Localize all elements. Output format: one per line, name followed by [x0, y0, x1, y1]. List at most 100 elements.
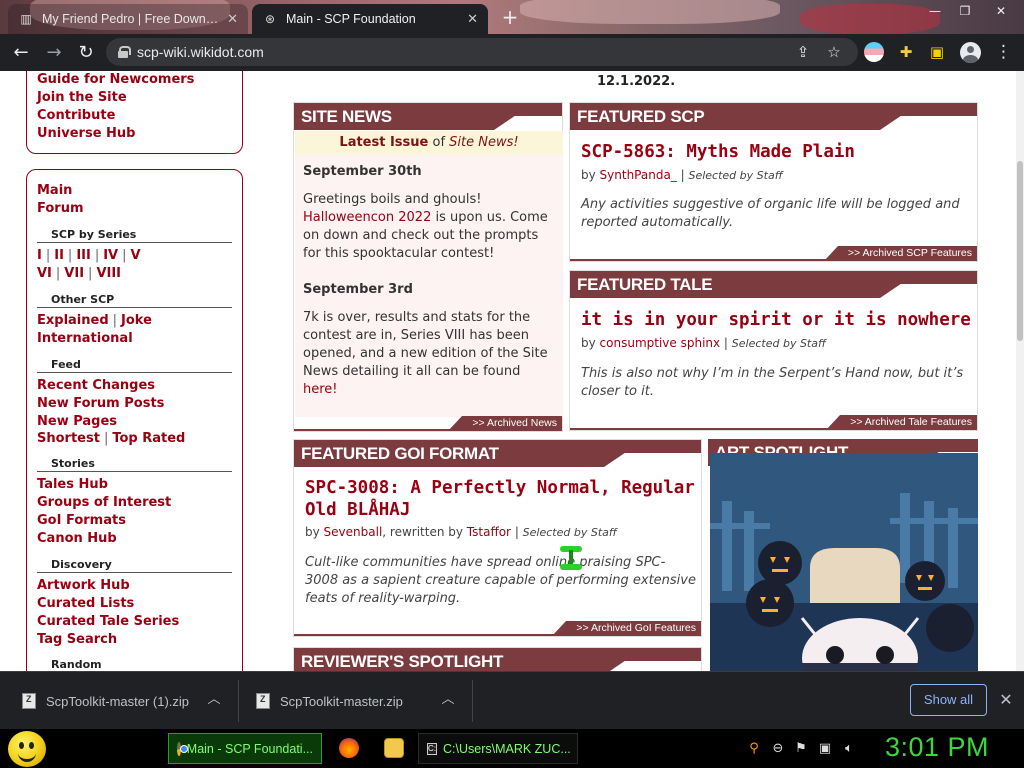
- author2-link[interactable]: Tstaffor: [467, 525, 511, 539]
- address-bar[interactable]: scp-wiki.wikidot.com: [106, 38, 858, 66]
- chevron-up-icon[interactable]: ︿: [440, 692, 456, 708]
- close-downloads-icon[interactable]: ✕: [996, 690, 1016, 710]
- featured-tale-title[interactable]: it is in your spirit or it is nowhere: [581, 309, 971, 331]
- halloweencon-link[interactable]: Halloweencon 2022: [303, 210, 431, 225]
- archived-goi-features-link[interactable]: >> Archived GoI Features: [552, 621, 701, 636]
- author-link[interactable]: SynthPanda_: [600, 168, 677, 182]
- chevron-up-icon[interactable]: ︿: [206, 692, 222, 708]
- author-link[interactable]: Sevenball: [324, 525, 383, 539]
- divider: [472, 680, 473, 722]
- taskbar: Main - SCP Foundati... C: C:\Users\MARK …: [0, 729, 1024, 768]
- bookmark-star-icon[interactable]: ☆: [824, 42, 844, 62]
- firefox-icon[interactable]: [339, 738, 359, 758]
- back-button[interactable]: ←: [8, 40, 34, 66]
- sidebar-link-goi-formats[interactable]: GoI Formats: [37, 513, 126, 528]
- featured-goi-title[interactable]: SPC-3008: A Perfectly Normal, Regular Ol…: [305, 477, 697, 521]
- profile-avatar-icon[interactable]: [960, 42, 981, 63]
- window-close-button[interactable]: ✕: [986, 0, 1016, 24]
- restore-button[interactable]: ❐: [950, 0, 980, 24]
- sidebar-heading-feed: Feed: [51, 358, 81, 371]
- scrollbar-thumb[interactable]: [1017, 161, 1023, 341]
- download-item[interactable]: ScpToolkit-master.zip: [256, 672, 403, 730]
- sidebar-link-canon-hub[interactable]: Canon Hub: [37, 531, 117, 546]
- forward-button[interactable]: →: [41, 40, 67, 66]
- taskbar-cmd-window[interactable]: C: C:\Users\MARK ZUC...: [418, 733, 578, 764]
- sidebar-link-curated-lists[interactable]: Curated Lists: [37, 596, 134, 611]
- trans-flag-extension-icon[interactable]: [864, 42, 884, 62]
- author-link[interactable]: consumptive sphinx: [600, 336, 721, 350]
- here-link[interactable]: here!: [303, 382, 338, 397]
- start-button-smiley-icon[interactable]: [8, 731, 46, 767]
- series-link-8[interactable]: VIII: [96, 266, 121, 281]
- sidebar-link-new-forum-posts[interactable]: New Forum Posts: [37, 396, 164, 411]
- selected-by-staff: Selected by Staff: [688, 169, 783, 182]
- sidebar-link-explained[interactable]: Explained: [37, 313, 109, 328]
- taskbar-clock[interactable]: 3:01 PM: [885, 732, 989, 763]
- series-link-2[interactable]: II: [54, 248, 64, 263]
- divider: [37, 307, 232, 308]
- file-explorer-icon[interactable]: [384, 738, 404, 758]
- volume-icon[interactable]: 🔈︎: [841, 741, 857, 757]
- sidebar-link-groups-of-interest[interactable]: Groups of Interest: [37, 495, 171, 510]
- sidebar-link-shortest[interactable]: Shortest: [37, 431, 100, 446]
- art-spotlight-image[interactable]: [710, 453, 978, 671]
- series-link-7[interactable]: VII: [64, 266, 84, 281]
- series-link-4[interactable]: IV: [103, 248, 118, 263]
- archived-news-link[interactable]: >> Archived News: [448, 416, 562, 431]
- panel-header: REVIEWER'S SPOTLIGHT: [294, 648, 644, 671]
- sidebar-link-join[interactable]: Join the Site: [37, 90, 127, 105]
- byline-by: by: [305, 525, 324, 539]
- reload-button[interactable]: ↻: [73, 40, 99, 66]
- sidebar-link-universe-hub[interactable]: Universe Hub: [37, 126, 136, 141]
- news-banner[interactable]: Latest Issue of Site News!: [295, 131, 563, 155]
- sidebar-link-main[interactable]: Main: [37, 183, 72, 198]
- divider: [37, 471, 232, 472]
- close-icon[interactable]: ✕: [227, 11, 238, 27]
- series-link-3[interactable]: III: [76, 248, 91, 263]
- share-icon[interactable]: ⇪: [793, 42, 813, 62]
- puzzle-extensions-icon[interactable]: ✚: [896, 42, 916, 62]
- url-text: scp-wiki.wikidot.com: [137, 44, 264, 60]
- flag-icon[interactable]: ⚑: [793, 741, 809, 757]
- divider: [37, 572, 232, 573]
- selected-by-staff: Selected by Staff: [731, 337, 826, 350]
- minimize-button[interactable]: —: [920, 0, 950, 24]
- series-link-1[interactable]: I: [37, 248, 42, 263]
- sidebar-link-artwork-hub[interactable]: Artwork Hub: [37, 578, 130, 593]
- series-link-6[interactable]: VI: [37, 266, 52, 281]
- sidebar-link-tag-search[interactable]: Tag Search: [37, 632, 117, 647]
- close-icon[interactable]: ✕: [467, 11, 478, 27]
- news-date: September 3rd: [303, 282, 413, 297]
- sidebar-link-tales-hub[interactable]: Tales Hub: [37, 477, 108, 492]
- featured-scp-title[interactable]: SCP-5863: Myths Made Plain: [581, 141, 971, 163]
- show-all-button[interactable]: Show all: [910, 684, 987, 716]
- download-filename: ScpToolkit-master.zip: [280, 693, 403, 709]
- new-tab-button[interactable]: +: [498, 6, 522, 30]
- sidebar-link-curated-tale-series[interactable]: Curated Tale Series: [37, 614, 179, 629]
- page-scrollbar[interactable]: [1016, 71, 1024, 671]
- sidebar-link-new-pages[interactable]: New Pages: [37, 414, 117, 429]
- wallpaper-streak: [520, 0, 780, 24]
- tab-scp-foundation[interactable]: ⊛ Main - SCP Foundation ✕: [252, 4, 488, 34]
- search-icon[interactable]: ⚲: [746, 741, 762, 757]
- network-icon[interactable]: ▣: [817, 741, 833, 757]
- sidebar-link-forum[interactable]: Forum: [37, 201, 84, 216]
- series-link-5[interactable]: V: [131, 248, 141, 263]
- taskbar-chrome-window[interactable]: Main - SCP Foundati...: [168, 733, 322, 764]
- menu-kebab-icon[interactable]: ⋮: [995, 42, 1012, 62]
- sidebar-link-international[interactable]: International: [37, 331, 133, 346]
- download-item[interactable]: ScpToolkit-master (1).zip: [22, 672, 189, 730]
- sidebar-link-guide[interactable]: Guide for Newcomers: [37, 72, 194, 87]
- sidebar-link-joke[interactable]: Joke: [121, 313, 152, 328]
- minus-circle-icon[interactable]: ⊖: [770, 741, 786, 757]
- sidebar-top-box: Guide for Newcomers Join the Site Contri…: [26, 71, 243, 154]
- archived-scp-features-link[interactable]: >> Archived SCP Features: [823, 246, 977, 261]
- sidebar-link-top-rated[interactable]: Top Rated: [112, 431, 185, 446]
- sidebar-link-contribute[interactable]: Contribute: [37, 108, 115, 123]
- sidebar-link-recent-changes[interactable]: Recent Changes: [37, 378, 155, 393]
- archived-tale-features-link[interactable]: >> Archived Tale Features: [826, 415, 977, 430]
- panel-header: FEATURED GOI FORMAT: [294, 440, 644, 467]
- side-panel-icon[interactable]: ▣: [927, 42, 947, 62]
- featured-goi-quote: Cult-like communities have spread online…: [305, 555, 696, 606]
- tab-my-friend-pedro[interactable]: ▥ My Friend Pedro | Free Downloa ✕: [8, 4, 248, 34]
